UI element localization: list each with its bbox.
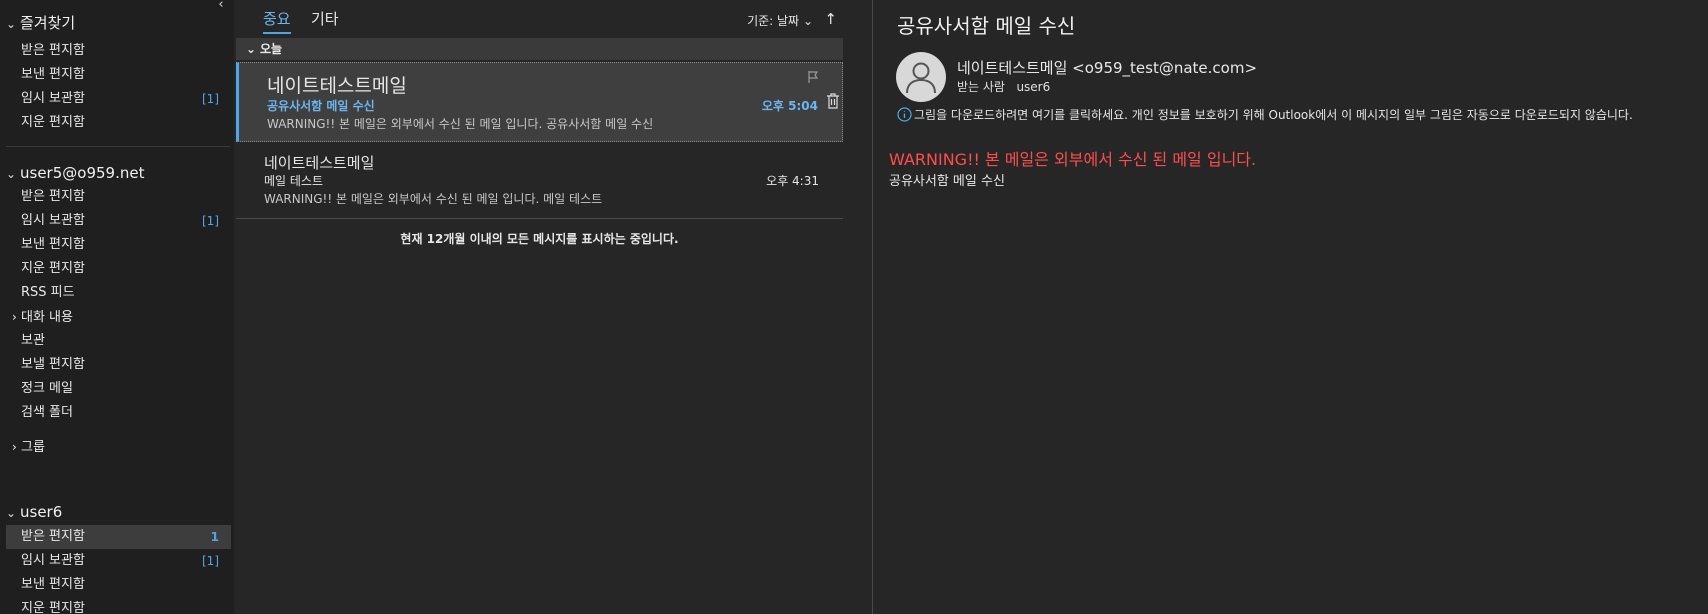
account-title: user6 — [20, 503, 63, 521]
chevron-down-icon: ⌄ — [6, 17, 17, 31]
avatar[interactable] — [896, 52, 946, 102]
chevron-down-icon: ⌄ — [246, 42, 257, 56]
sidebar-item-label: 받은 편지함 — [21, 189, 85, 204]
sort-label: 기준: 날짜 — [747, 14, 800, 28]
sidebar-item-favorites-inbox[interactable]: 받은 편지함 — [6, 39, 231, 63]
sender-address[interactable]: 네이트테스트메일 <o959_test@nate.com> — [957, 57, 1257, 78]
unread-count: [1] — [202, 214, 219, 228]
message-body: 공유사서함 메일 수신 — [889, 174, 1005, 189]
message-subject-heading: 공유사서함 메일 수신 — [897, 14, 1076, 38]
message-time: 오후 5:04 — [761, 99, 818, 113]
sidebar-item-label: 그룹 — [21, 440, 45, 455]
sidebar-item-label: 임시 보관함 — [21, 91, 85, 106]
sidebar-item-label: 검색 폴더 — [21, 405, 73, 420]
sidebar-item-sent[interactable]: 보낸 편지함 — [6, 233, 231, 257]
message-sender: 네이트테스트메일 — [267, 75, 407, 97]
folder-pane: ‹ ⌄ 즐겨찾기 받은 편지함 보낸 편지함 임시 보관함 [1] 지운 편지함 … — [0, 0, 234, 614]
to-label: 받는 사람 — [957, 80, 1005, 94]
message-item-selected[interactable]: 네이트테스트메일 공유사서함 메일 수신 WARNING!! 본 메일은 외부에… — [236, 62, 843, 142]
tab-focused[interactable]: 중요 — [263, 8, 291, 34]
sidebar-item-junk[interactable]: 정크 메일 — [6, 377, 231, 401]
delete-icon[interactable] — [826, 93, 840, 113]
sidebar-item-deleted[interactable]: 지운 편지함 — [6, 257, 231, 281]
infobar-text: 그림을 다운로드하려면 여기를 클릭하세요. 개인 정보를 보호하기 위해 Ou… — [914, 108, 1633, 122]
favorites-header[interactable]: ⌄ 즐겨찾기 — [6, 12, 75, 34]
sidebar-item-favorites-deleted[interactable]: 지운 편지함 — [6, 111, 231, 135]
message-preview: WARNING!! 본 메일은 외부에서 수신 된 메일 입니다. 공유사서함 … — [267, 117, 654, 131]
sidebar-item-inbox[interactable]: 받은 편지함 — [6, 185, 231, 209]
message-sender: 네이트테스트메일 — [264, 154, 375, 172]
chevron-down-icon: ⌄ — [802, 14, 813, 28]
tab-other[interactable]: 기타 — [311, 8, 339, 34]
sidebar-item-label: 임시 보관함 — [21, 213, 85, 228]
recipient-line: 받는 사람 user6 — [957, 78, 1050, 95]
message-time: 오후 4:31 — [766, 174, 819, 188]
message-list-pane: 중요 기타 기준: 날짜 ⌄ ↑ ⌄ 오늘 네이트테스트메일 공유사서함 메일 수… — [236, 0, 843, 614]
sidebar-item-label: 지운 편지함 — [21, 115, 85, 130]
message-subject: 메일 테스트 — [264, 174, 324, 188]
sidebar-item-label: 보낸 편지함 — [21, 577, 85, 592]
sidebar-divider — [6, 146, 230, 147]
to-recipient[interactable]: user6 — [1016, 80, 1050, 94]
sidebar-item-label: 받은 편지함 — [21, 529, 85, 544]
sidebar-item-outbox[interactable]: 보낼 편지함 — [6, 353, 231, 377]
sidebar-item-archive[interactable]: 보관 — [6, 329, 231, 353]
sidebar-item-label: 대화 내용 — [21, 310, 73, 325]
date-group-header[interactable]: ⌄ 오늘 — [236, 38, 843, 60]
sidebar-item-user6-inbox[interactable]: 받은 편지함 1 — [6, 525, 231, 549]
list-notice: 현재 12개월 이내의 모든 메시지를 표시하는 중입니다. — [400, 232, 679, 246]
collapse-pane-icon[interactable]: ‹ — [214, 0, 228, 12]
account-header-user5[interactable]: ⌄ user5@o959.net — [6, 162, 144, 184]
sidebar-item-user6-deleted[interactable]: 지운 편지함 — [6, 597, 231, 614]
sidebar-item-label: 보관 — [21, 333, 45, 348]
favorites-title: 즐겨찾기 — [20, 14, 76, 32]
info-icon — [897, 106, 912, 125]
chevron-right-icon[interactable]: › — [12, 435, 21, 459]
sort-dropdown[interactable]: 기준: 날짜 ⌄ — [747, 12, 813, 29]
sidebar-item-label: 지운 편지함 — [21, 261, 85, 276]
group-label: 오늘 — [260, 42, 283, 56]
sidebar-item-label: 정크 메일 — [21, 381, 73, 396]
sidebar-item-favorites-sent[interactable]: 보낸 편지함 — [6, 63, 231, 87]
sidebar-item-label: 보낸 편지함 — [21, 237, 85, 252]
sidebar-item-label: 받은 편지함 — [21, 43, 85, 58]
unread-count: 1 — [210, 530, 219, 544]
sidebar-item-label: RSS 피드 — [21, 285, 75, 300]
unread-count: [1] — [202, 554, 219, 568]
image-download-infobar[interactable]: 그림을 다운로드하려면 여기를 클릭하세요. 개인 정보를 보호하기 위해 Ou… — [897, 106, 1633, 125]
chevron-down-icon: ⌄ — [6, 167, 17, 181]
flag-icon[interactable] — [806, 70, 820, 88]
sidebar-item-rss[interactable]: RSS 피드 — [6, 281, 231, 305]
list-divider — [236, 218, 843, 219]
sidebar-item-drafts[interactable]: 임시 보관함 [1] — [6, 209, 231, 233]
chevron-right-icon[interactable]: › — [12, 305, 21, 329]
sidebar-item-user6-sent[interactable]: 보낸 편지함 — [6, 573, 231, 597]
sidebar-item-label: 보낸 편지함 — [21, 67, 85, 82]
sidebar-item-favorites-drafts[interactable]: 임시 보관함 [1] — [6, 87, 231, 111]
sidebar-item-label: 임시 보관함 — [21, 553, 85, 568]
reading-pane: 공유사서함 메일 수신 네이트테스트메일 <o959_test@nate.com… — [873, 0, 1708, 614]
person-icon — [906, 62, 936, 94]
sidebar-item-label: 보낼 편지함 — [21, 357, 85, 372]
unread-count: [1] — [202, 92, 219, 106]
message-preview: WARNING!! 본 메일은 외부에서 수신 된 메일 입니다. 메일 테스트 — [264, 192, 603, 206]
message-item[interactable]: 네이트테스트메일 메일 테스트 WARNING!! 본 메일은 외부에서 수신 … — [236, 144, 843, 216]
chevron-down-icon: ⌄ — [6, 506, 17, 520]
sidebar-item-search-folders[interactable]: 검색 폴더 — [6, 401, 231, 425]
sidebar-item-groups[interactable]: › 그룹 — [6, 435, 231, 459]
message-subject: 공유사서함 메일 수신 — [267, 99, 375, 113]
sidebar-item-user6-drafts[interactable]: 임시 보관함 [1] — [6, 549, 231, 573]
account-title: user5@o959.net — [20, 164, 145, 182]
sidebar-item-conversations[interactable]: › 대화 내용 — [6, 305, 231, 329]
sort-direction-icon[interactable]: ↑ — [824, 10, 837, 28]
sidebar-item-label: 지운 편지함 — [21, 601, 85, 614]
external-warning-text: WARNING!! 본 메일은 외부에서 수신 된 메일 입니다. — [889, 150, 1257, 169]
account-header-user6[interactable]: ⌄ user6 — [6, 501, 62, 523]
